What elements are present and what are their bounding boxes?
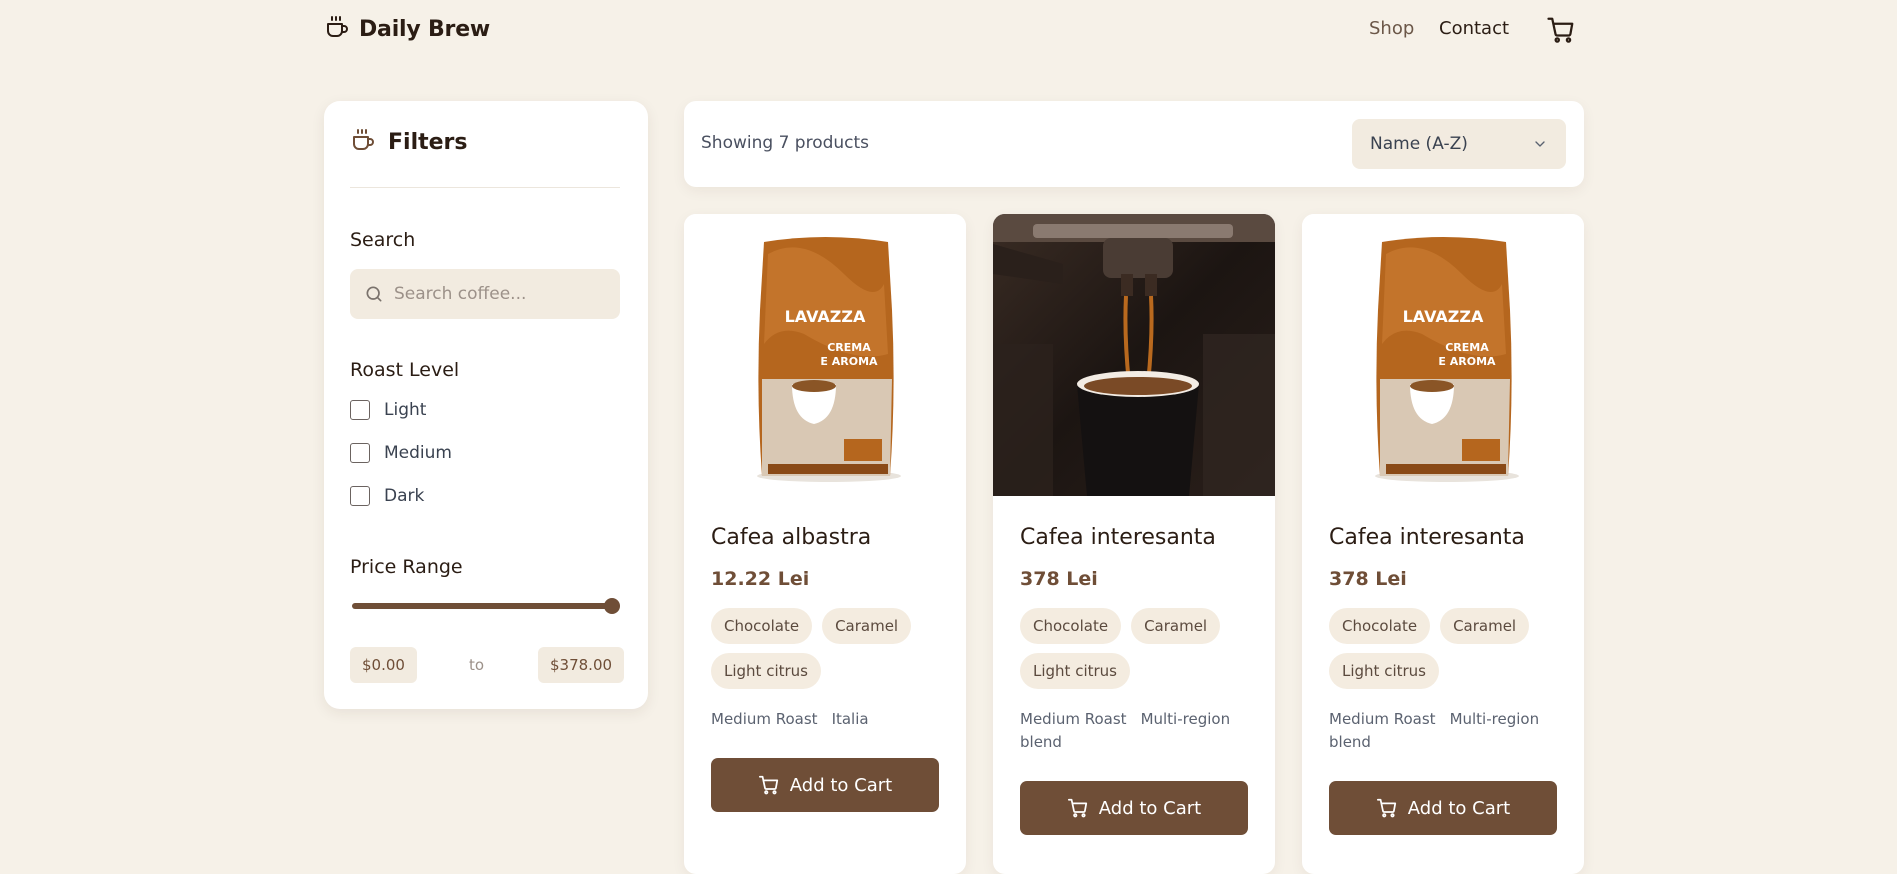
product-name: Cafea albastra [711, 525, 872, 550]
results-toolbar: Showing 7 products Name (A-Z) [684, 101, 1584, 187]
add-to-cart-label: Add to Cart [1407, 797, 1511, 819]
svg-text:LAVAZZA: LAVAZZA [785, 307, 866, 326]
svg-text:LAVAZZA: LAVAZZA [1403, 307, 1484, 326]
product-price: 378 Lei [1329, 568, 1407, 590]
filters-panel: Filters Search Roast Level Light Medium … [324, 101, 648, 709]
coffee-cup-icon [324, 14, 350, 44]
flavor-tag: Caramel [822, 608, 912, 644]
svg-text:CREMA: CREMA [827, 341, 871, 354]
add-to-cart-button[interactable]: Add to Cart [1020, 781, 1248, 835]
product-meta: Medium Roast Multi-region blend [1329, 708, 1564, 754]
origin: Italia [831, 710, 869, 728]
flavor-tags: Chocolate Caramel Light citrus [711, 608, 951, 689]
roast-option-medium[interactable]: Medium [350, 443, 452, 463]
product-image-espresso-pour[interactable] [993, 214, 1275, 496]
brand-name: Daily Brew [359, 16, 491, 42]
search-input[interactable] [392, 283, 606, 305]
flavor-tag: Caramel [1440, 608, 1530, 644]
price-to-text: to [469, 656, 485, 674]
roast-option-label: Light [384, 400, 427, 420]
chevron-down-icon [1532, 136, 1548, 152]
roast-level: Medium Roast [1020, 710, 1127, 728]
filters-title: Filters [388, 129, 468, 155]
filters-header: Filters [350, 127, 468, 157]
roast-option-label: Medium [384, 443, 452, 463]
price-range-slider[interactable] [350, 598, 620, 614]
divider [350, 187, 620, 188]
roast-level: Medium Roast [1329, 710, 1436, 728]
nav-contact-link[interactable]: Contact [1439, 18, 1509, 39]
shopping-cart-icon [1546, 17, 1576, 49]
shopping-cart-icon [758, 774, 780, 796]
site-header: Daily Brew Shop Contact [0, 0, 1897, 60]
brand-logo[interactable]: Daily Brew [324, 14, 490, 44]
roast-level-label: Roast Level [350, 359, 460, 381]
svg-text:CREMA: CREMA [1445, 341, 1489, 354]
cart-button[interactable] [1546, 15, 1576, 45]
flavor-tag: Chocolate [711, 608, 813, 644]
product-card[interactable]: LAVAZZA CREMA E AROMA Cafea albastra 12.… [684, 214, 966, 874]
product-card[interactable]: LAVAZZA CREMA E AROMA Cafea interesanta … [1302, 214, 1584, 874]
search-label: Search [350, 229, 416, 251]
roast-option-dark[interactable]: Dark [350, 486, 424, 506]
price-range-label: Price Range [350, 556, 463, 578]
roast-level: Medium Roast [711, 710, 818, 728]
roast-option-light[interactable]: Light [350, 400, 426, 420]
results-count: Showing 7 products [701, 133, 870, 153]
slider-track [352, 603, 614, 609]
product-card[interactable]: Cafea interesanta 378 Lei Chocolate Cara… [993, 214, 1275, 874]
coffee-cup-icon [350, 127, 376, 157]
roast-medium-checkbox[interactable] [350, 443, 370, 463]
svg-text:E AROMA: E AROMA [1438, 355, 1496, 368]
product-price: 12.22 Lei [711, 568, 810, 590]
flavor-tag: Light citrus [711, 653, 821, 689]
flavor-tag: Light citrus [1020, 653, 1130, 689]
product-name: Cafea interesanta [1020, 525, 1216, 550]
flavor-tag: Chocolate [1329, 608, 1431, 644]
flavor-tag: Chocolate [1020, 608, 1122, 644]
svg-text:E AROMA: E AROMA [820, 355, 878, 368]
roast-option-label: Dark [384, 486, 425, 506]
add-to-cart-label: Add to Cart [1098, 797, 1202, 819]
search-field[interactable] [350, 269, 620, 319]
roast-dark-checkbox[interactable] [350, 486, 370, 506]
product-price: 378 Lei [1020, 568, 1098, 590]
add-to-cart-label: Add to Cart [789, 774, 893, 796]
price-min: $0.00 [350, 647, 417, 683]
price-max: $378.00 [538, 647, 625, 683]
roast-light-checkbox[interactable] [350, 400, 370, 420]
product-image-coffee-bag[interactable]: LAVAZZA CREMA E AROMA [1302, 214, 1584, 496]
add-to-cart-button[interactable]: Add to Cart [711, 758, 939, 812]
product-name: Cafea interesanta [1329, 525, 1525, 550]
product-meta: Medium Roast Multi-region blend [1020, 708, 1255, 754]
flavor-tag: Light citrus [1329, 653, 1439, 689]
slider-thumb[interactable] [604, 598, 620, 614]
shopping-cart-icon [1376, 797, 1398, 819]
flavor-tags: Chocolate Caramel Light citrus [1020, 608, 1260, 689]
product-meta: Medium Roast Italia [711, 708, 946, 731]
nav-shop-link[interactable]: Shop [1369, 18, 1414, 39]
flavor-tags: Chocolate Caramel Light citrus [1329, 608, 1569, 689]
shopping-cart-icon [1067, 797, 1089, 819]
add-to-cart-button[interactable]: Add to Cart [1329, 781, 1557, 835]
search-icon [364, 284, 384, 304]
sort-value: Name (A-Z) [1370, 134, 1468, 154]
flavor-tag: Caramel [1131, 608, 1221, 644]
product-image-coffee-bag[interactable]: LAVAZZA CREMA E AROMA [684, 214, 966, 496]
sort-select[interactable]: Name (A-Z) [1352, 119, 1566, 169]
